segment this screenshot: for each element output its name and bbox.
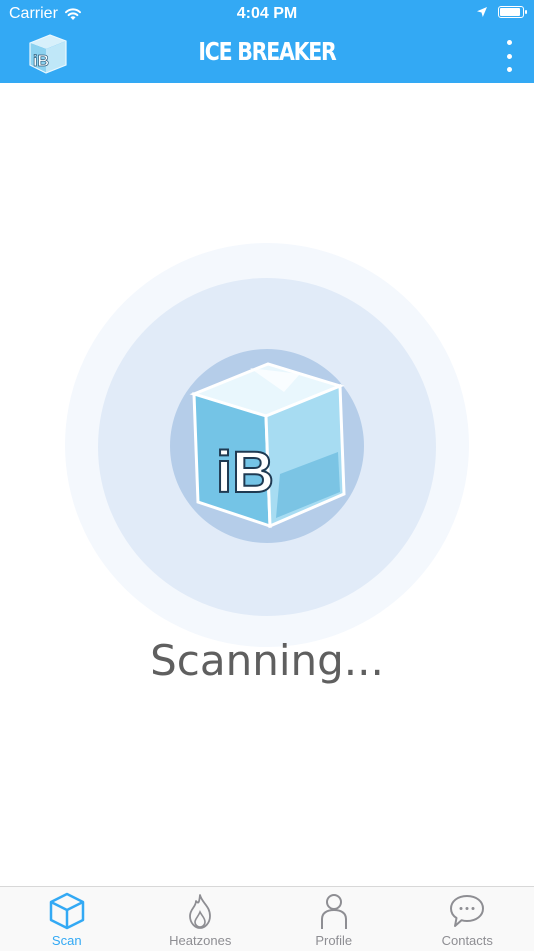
tab-heatzones[interactable]: Heatzones [134, 887, 268, 951]
tab-label: Profile [267, 933, 401, 948]
nav-bar: iB ICE BREAKER [0, 28, 534, 83]
more-options-button[interactable] [502, 40, 516, 72]
scanning-status-text: Scanning... [0, 636, 534, 685]
menu-dot-icon [507, 67, 512, 72]
status-bar: Carrier 4:04 PM [0, 0, 534, 28]
battery-level [500, 8, 520, 16]
carrier-label: Carrier [9, 5, 58, 23]
flame-icon [180, 891, 220, 931]
location-arrow-icon [476, 6, 488, 18]
tab-contacts[interactable]: Contacts [401, 887, 534, 951]
chat-bubble-icon [447, 891, 487, 931]
app-title: ICE BREAKER [48, 37, 486, 66]
ice-cube-icon [47, 891, 87, 931]
menu-dot-icon [507, 54, 512, 59]
tab-scan[interactable]: Scan [0, 887, 134, 951]
app-logo-text: iB [33, 53, 49, 70]
ice-cube-logo-icon: iB [180, 354, 352, 534]
status-right [476, 6, 524, 18]
tab-label: Scan [0, 933, 134, 948]
tab-profile[interactable]: Profile [267, 887, 401, 951]
ice-cube-logo-text: iB [216, 440, 274, 505]
status-left: Carrier [9, 5, 82, 23]
tab-label: Heatzones [134, 933, 268, 948]
menu-dot-icon [507, 40, 512, 45]
tab-label: Contacts [401, 933, 534, 948]
person-icon [314, 891, 354, 931]
tab-bar: Scan Heatzones Profile Contacts [0, 886, 534, 951]
battery-icon [498, 6, 524, 18]
wifi-icon [64, 7, 82, 21]
